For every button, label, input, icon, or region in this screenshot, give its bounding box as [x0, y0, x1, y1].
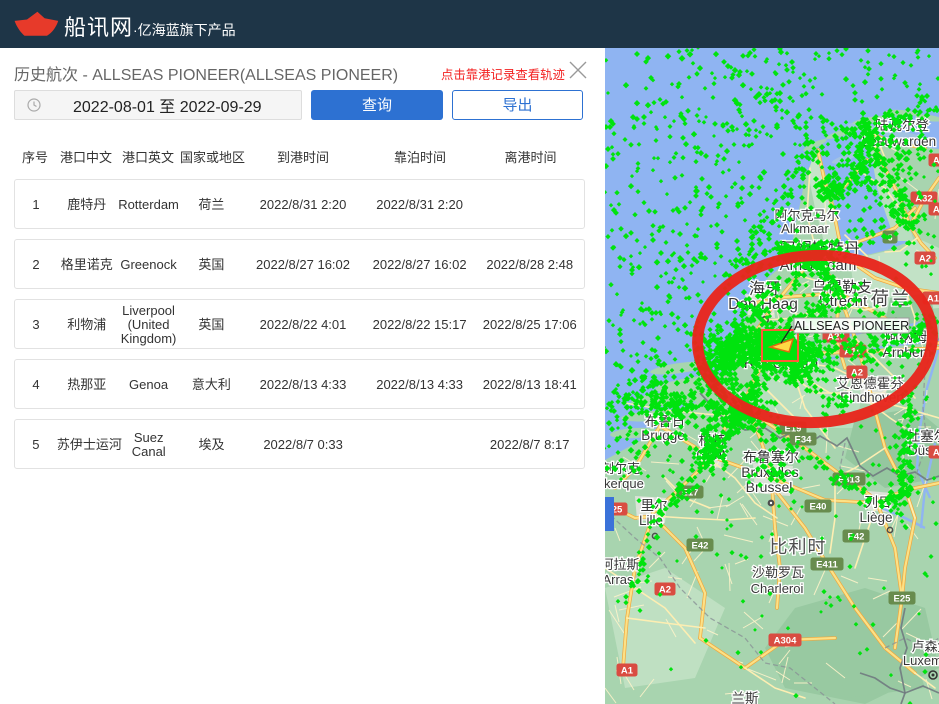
- svg-text:比利时: 比利时: [770, 533, 827, 559]
- svg-text:Liège: Liège: [859, 506, 892, 526]
- svg-text:Luxemb: Luxemb: [903, 650, 939, 669]
- svg-text:E42: E42: [692, 541, 709, 552]
- svg-text:E411: E411: [816, 560, 838, 571]
- svg-text:A1: A1: [621, 666, 634, 677]
- svg-text:A1: A1: [933, 205, 939, 216]
- svg-text:E40: E40: [810, 502, 827, 513]
- svg-text:A2: A2: [851, 368, 863, 379]
- svg-text:Charleroi: Charleroi: [751, 578, 804, 597]
- svg-text:兰斯: 兰斯: [732, 687, 759, 704]
- svg-text:A304: A304: [774, 636, 797, 647]
- svg-text:A2: A2: [919, 254, 931, 265]
- svg-text:E34: E34: [795, 435, 813, 446]
- svg-text:A3: A3: [933, 448, 939, 459]
- svg-text:ALLSEAS PIONEER: ALLSEAS PIONEER: [794, 319, 909, 333]
- svg-text:E25: E25: [894, 594, 912, 605]
